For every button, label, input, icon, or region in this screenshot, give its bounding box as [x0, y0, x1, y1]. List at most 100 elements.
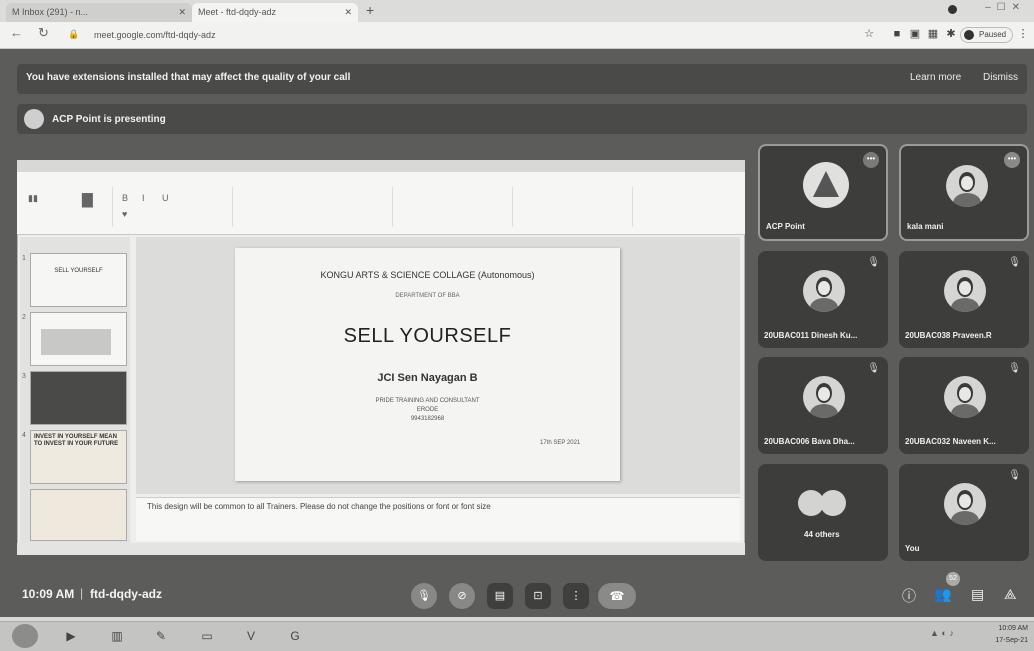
- slide-thumbnail[interactable]: SELL YOURSELF: [30, 253, 127, 307]
- italic-icon: I: [142, 193, 145, 203]
- new-tab-button[interactable]: +: [366, 2, 374, 18]
- avatar: [803, 270, 845, 312]
- learn-more-link[interactable]: Learn more: [910, 72, 961, 83]
- hang-up-icon: ☎: [609, 589, 625, 603]
- mic-off-icon: 🎙: [867, 257, 880, 268]
- participant-tile-others[interactable]: 44 others: [758, 464, 888, 561]
- slide-thumbnail[interactable]: [30, 312, 127, 366]
- slide-thumbnail[interactable]: [30, 371, 127, 425]
- puzzle-icon[interactable]: ✱: [944, 27, 958, 41]
- participant-tile-acp-point[interactable]: ••• ACP Point: [758, 144, 888, 241]
- avatar: [946, 165, 988, 207]
- back-icon[interactable]: ←: [10, 25, 23, 40]
- avatar: [944, 483, 986, 525]
- current-slide[interactable]: [235, 248, 620, 481]
- tab-meet[interactable]: Meet - ftd-dqdy-adz ✕: [192, 3, 358, 22]
- participant-count-badge: 52: [946, 572, 960, 586]
- presenter-avatar-icon: [24, 109, 44, 129]
- slide-title: SELL YOURSELF: [343, 325, 512, 347]
- record-indicator-icon: [948, 5, 957, 14]
- taskbar-clock[interactable]: 10:09 AM 17-Sep-21: [990, 623, 1028, 647]
- participant-name: 20UBAC011 Dinesh Ku...: [764, 331, 858, 340]
- presenting-label: ACP Point is presenting: [52, 114, 166, 125]
- bold-icon: B: [122, 193, 129, 203]
- profile-button[interactable]: Paused: [960, 27, 1014, 43]
- participant-name: kala mani: [907, 222, 944, 231]
- tab-gmail[interactable]: M Inbox (291) - n... ✕: [6, 3, 192, 22]
- leave-call-button[interactable]: ☎: [598, 583, 636, 609]
- banner-text: You have extensions installed that may a…: [26, 72, 351, 83]
- slide-presenter-name: JCI Sen Nayagan B: [377, 372, 478, 384]
- presenting-bar: [17, 104, 1027, 134]
- more-options-icon[interactable]: •••: [1004, 152, 1020, 168]
- activities-icon[interactable]: ⟁: [1004, 586, 1017, 603]
- lock-icon[interactable]: 🔒: [68, 29, 79, 40]
- captions-icon: ▤: [494, 590, 506, 602]
- ribbon-group-editing: [632, 187, 732, 227]
- more-options-button[interactable]: ⋮: [563, 583, 589, 609]
- heart-icon: ♥: [122, 209, 128, 219]
- slide-date: 17th SEP 2021: [540, 440, 581, 446]
- mic-toggle-button[interactable]: 🎙: [411, 583, 437, 609]
- people-icon[interactable]: 👥: [934, 586, 951, 603]
- extension-icon[interactable]: ▣: [908, 27, 922, 41]
- participant-tile[interactable]: 🎙 20UBAC011 Dinesh Ku...: [758, 251, 888, 348]
- chat-icon[interactable]: ▤: [971, 586, 984, 603]
- more-options-icon: ⋮: [570, 590, 582, 602]
- thumbnail-text: SELL YOURSELF: [54, 268, 103, 274]
- bookmark-star-icon[interactable]: ☆: [862, 27, 876, 41]
- clock-time: 10:09 AM: [998, 625, 1028, 632]
- system-tray-icons[interactable]: ▲ ◐ ♪: [930, 628, 954, 638]
- audio-level-icon: •••: [863, 152, 879, 168]
- slide-org-line: 9943182968: [410, 416, 445, 422]
- mic-off-icon: 🎙: [867, 363, 880, 374]
- participant-tile[interactable]: 🎙 20UBAC038 Praveen.R: [899, 251, 1029, 348]
- meeting-code: ftd-dqdy-adz: [90, 587, 162, 601]
- start-button[interactable]: [12, 624, 38, 648]
- clock-date: 17-Sep-21: [995, 637, 1028, 644]
- menu-dots-icon[interactable]: ⋮: [1016, 27, 1030, 41]
- apps-grid-icon[interactable]: ▦: [926, 27, 940, 41]
- participant-name: ACP Point: [766, 222, 805, 231]
- avatar: [944, 270, 986, 312]
- media-player-icon[interactable]: ▶: [60, 625, 82, 647]
- slide-thumbnail[interactable]: INVEST IN YOURSELF MEAN TO INVEST IN YOU…: [30, 430, 127, 484]
- captions-button[interactable]: ▤: [487, 583, 513, 609]
- extension-icon[interactable]: ■: [890, 27, 904, 41]
- ribbon-group-paragraph: [232, 187, 393, 227]
- participant-tile[interactable]: 🎙 20UBAC032 Naveen K...: [899, 357, 1029, 454]
- participant-tile-self[interactable]: 🎙 You: [899, 464, 1029, 561]
- present-now-button[interactable]: ⊡: [525, 583, 551, 609]
- meeting-time: 10:09 AM: [22, 587, 75, 601]
- avatar: [820, 490, 846, 516]
- mic-off-icon: 🎙: [1008, 257, 1021, 268]
- participant-tile[interactable]: 🎙 20UBAC006 Bava Dha...: [758, 357, 888, 454]
- folder-icon[interactable]: ▭: [196, 625, 218, 647]
- close-tab-icon[interactable]: ✕: [178, 3, 186, 22]
- thumbnail-number: 3: [22, 373, 26, 380]
- window-controls[interactable]: –☐✕: [985, 2, 1026, 13]
- participant-name: 20UBAC032 Naveen K...: [905, 437, 996, 446]
- mic-off-icon: 🎙: [1008, 470, 1021, 481]
- app-icon[interactable]: V: [240, 625, 262, 647]
- camera-toggle-button[interactable]: ⊘: [449, 583, 475, 609]
- acp-logo-avatar: [803, 162, 849, 208]
- thumbnail-image: [41, 329, 111, 355]
- tab-label: M Inbox (291) - n...: [12, 7, 89, 17]
- slide-thumbnail[interactable]: [30, 489, 127, 541]
- close-tab-icon[interactable]: ✕: [344, 3, 352, 22]
- participant-name: You: [905, 544, 920, 553]
- reload-icon[interactable]: ↻: [38, 25, 49, 41]
- presentation-status-bar: [17, 543, 745, 555]
- separator: |: [80, 586, 84, 600]
- chrome-icon[interactable]: G: [284, 625, 306, 647]
- meeting-details-icon[interactable]: ⓘ: [902, 586, 916, 606]
- dismiss-button[interactable]: Dismiss: [983, 72, 1018, 83]
- file-explorer-icon[interactable]: ▥: [106, 625, 128, 647]
- slide-department-text: DEPARTMENT OF BBA: [395, 293, 460, 299]
- thumbnail-number: 2: [22, 314, 26, 321]
- url-field[interactable]: meet.google.com/ftd-dqdy-adz: [88, 26, 854, 44]
- scanner-icon[interactable]: ✎: [150, 625, 172, 647]
- participant-tile-kala-mani[interactable]: ••• kala mani: [899, 144, 1029, 241]
- presentation-title-bar: [17, 160, 745, 172]
